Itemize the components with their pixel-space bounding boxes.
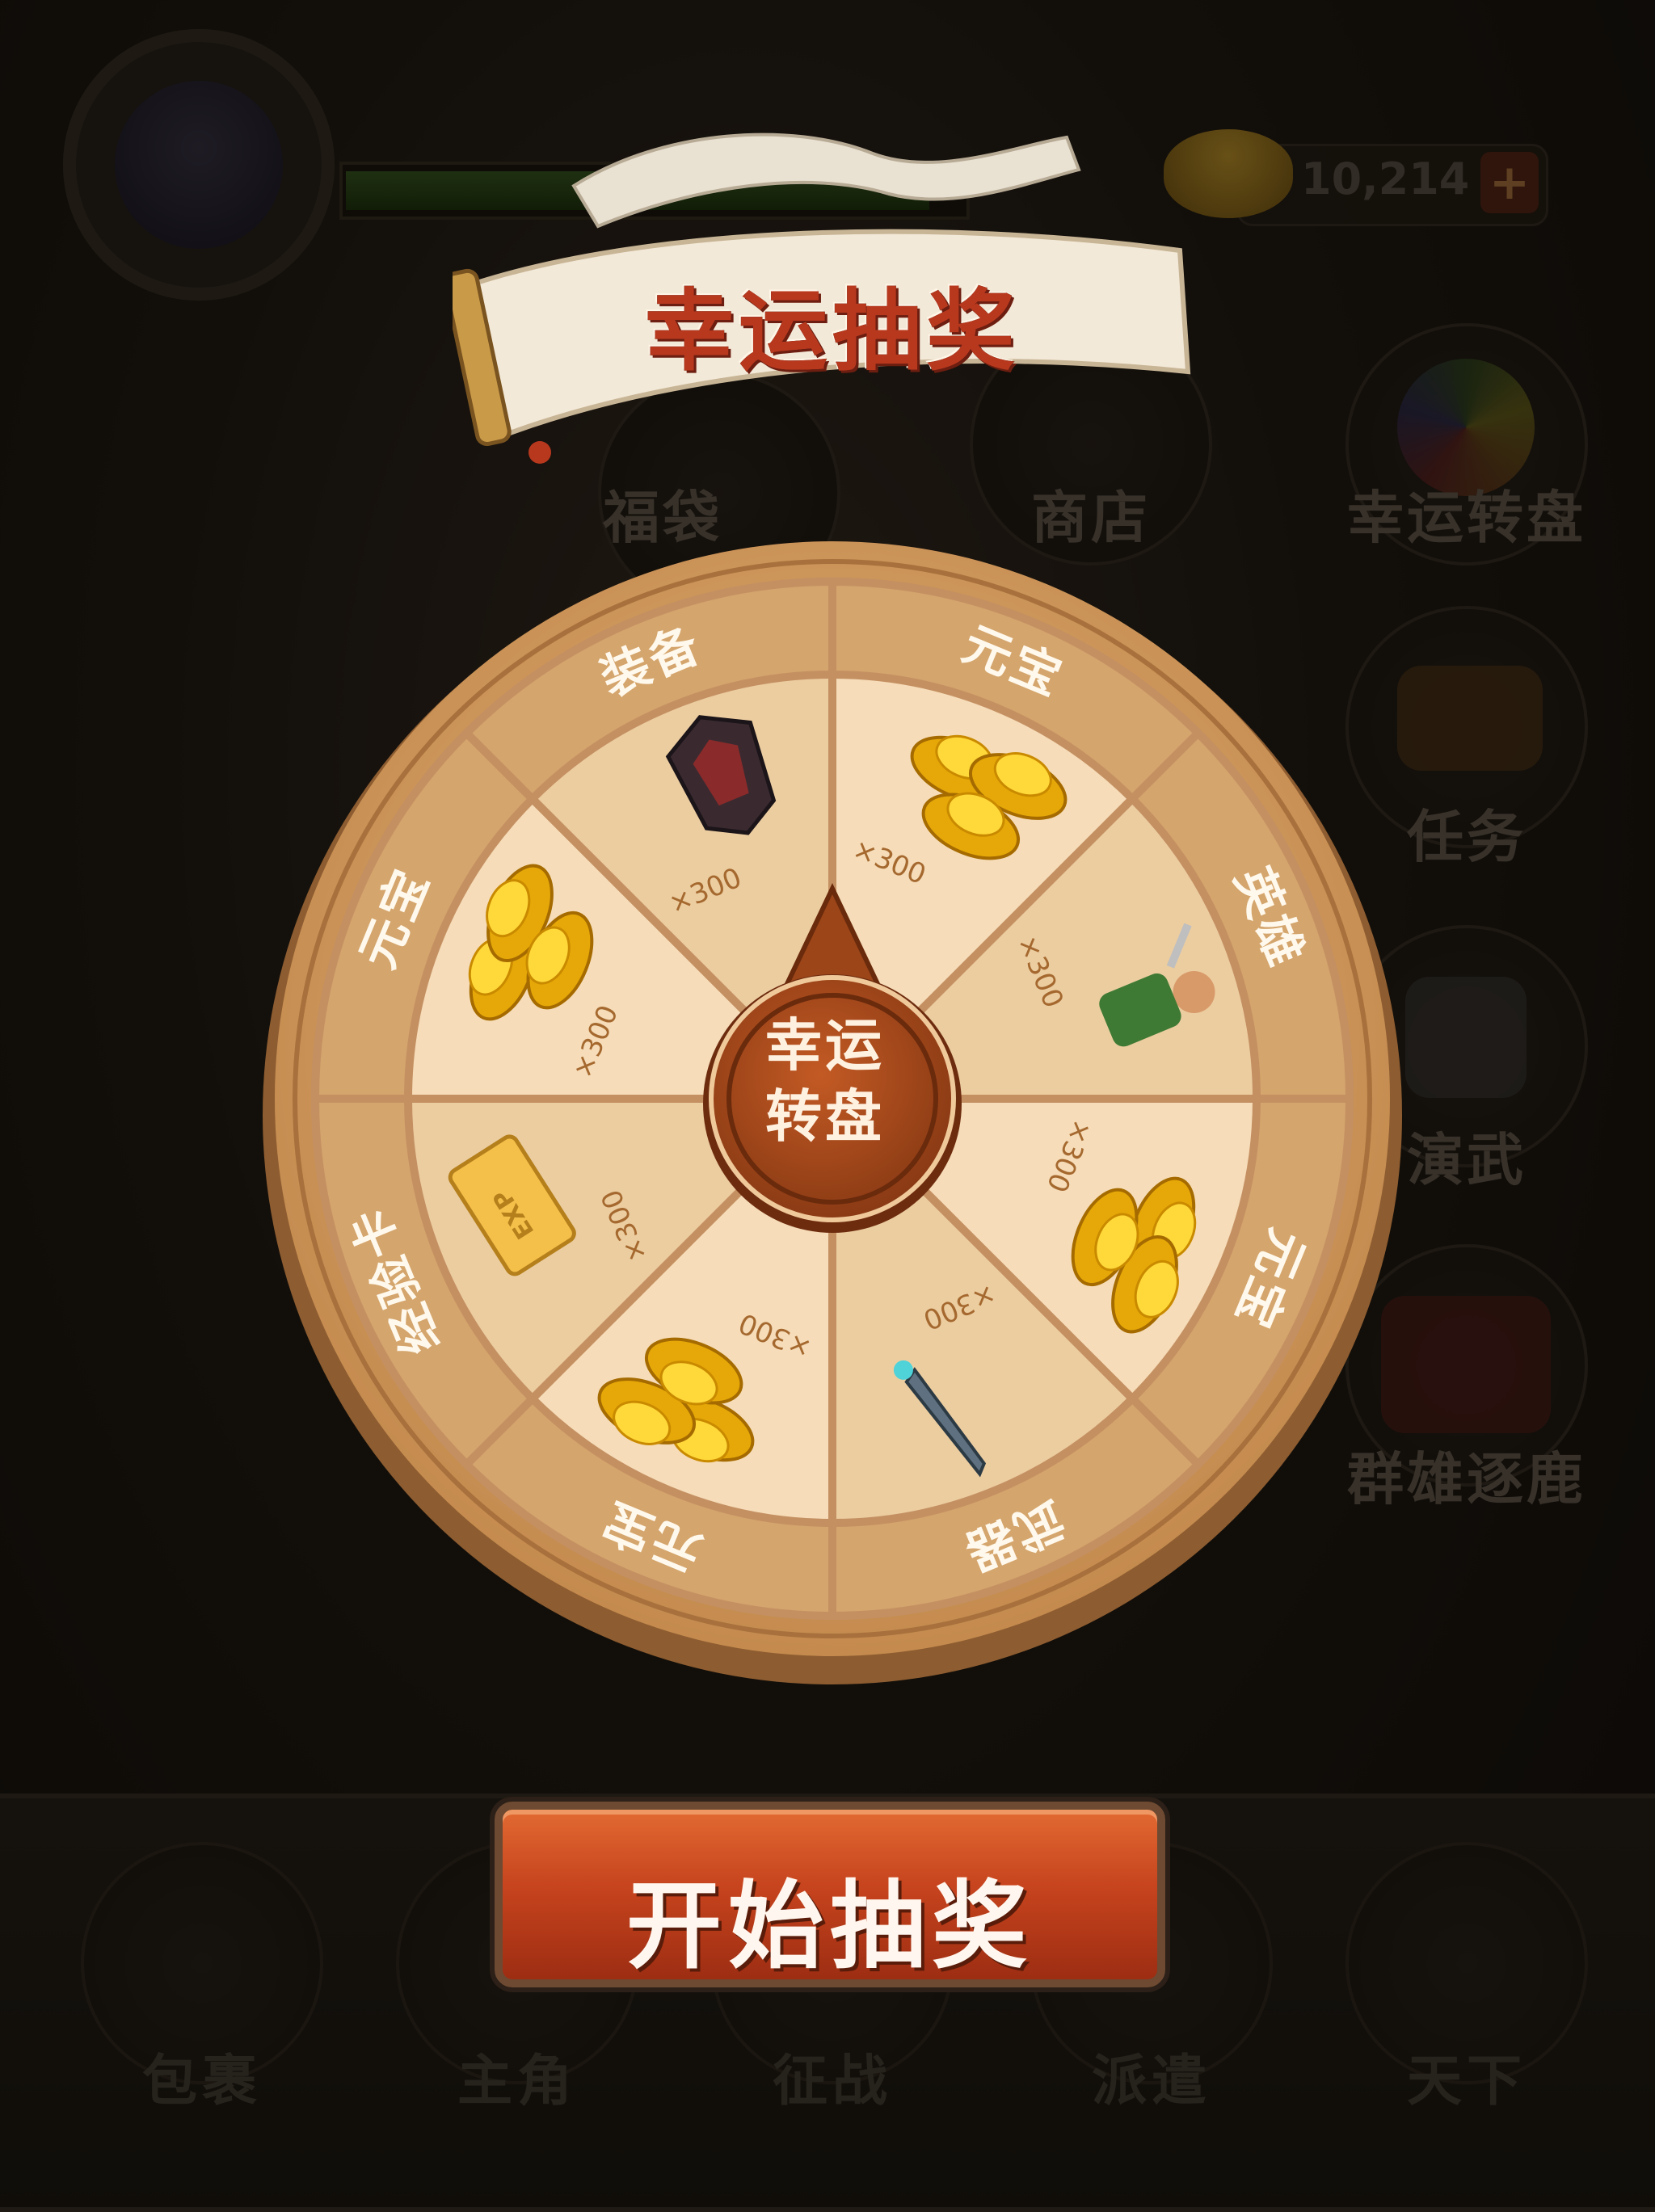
start-draw-label: 开始抽奖 <box>625 1870 1034 1982</box>
page-title: 幸运抽奖 <box>645 280 1020 383</box>
start-draw-button[interactable]: 开始抽奖 <box>495 1802 1165 1987</box>
title-banner: 幸运抽奖 <box>443 97 1212 469</box>
hub-label-line2: 转盘 <box>765 1083 885 1150</box>
hub-label-line1: 幸运 <box>765 1012 885 1079</box>
